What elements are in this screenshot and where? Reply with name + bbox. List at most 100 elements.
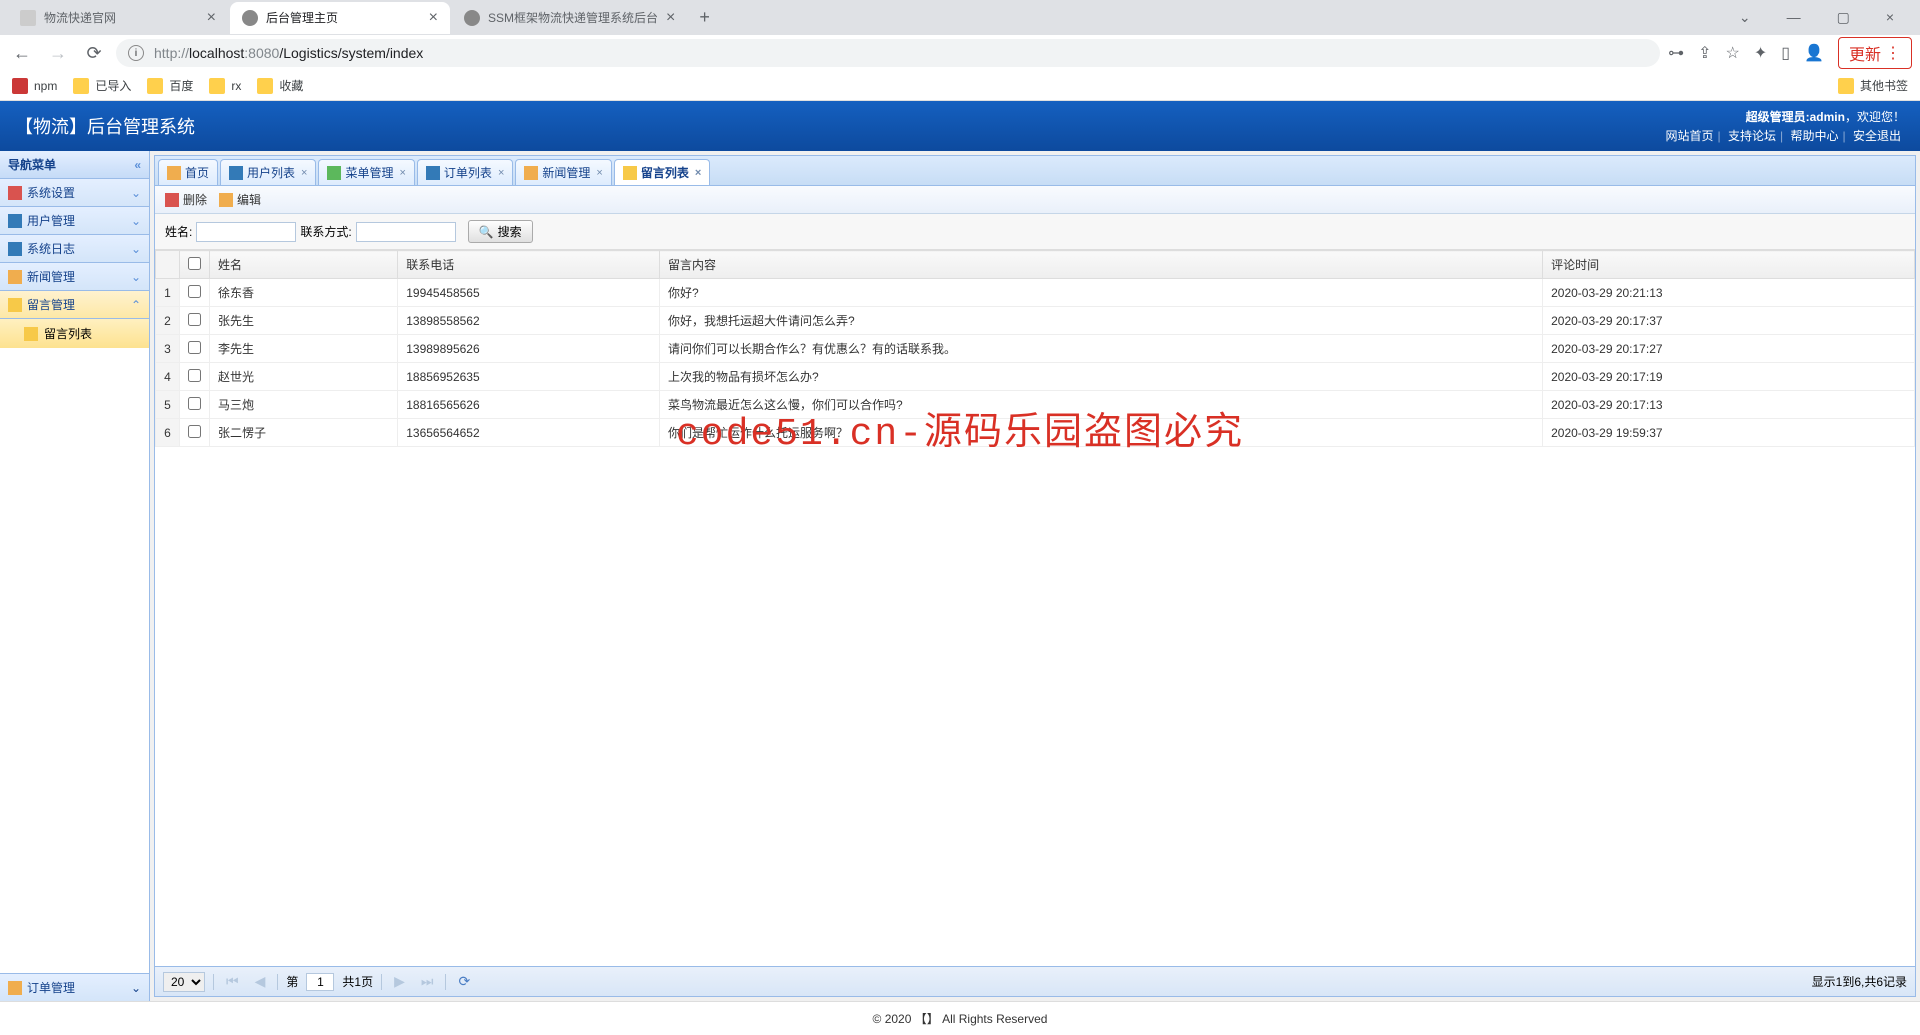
cell-content: 你们是帮忙运作什么托运服务啊？: [660, 419, 1543, 447]
last-page-button[interactable]: ⏭: [417, 971, 438, 992]
link-forum[interactable]: 支持论坛: [1724, 129, 1780, 143]
col-name[interactable]: 姓名: [210, 251, 398, 279]
browser-tab-1[interactable]: 后台管理主页 ×: [230, 2, 450, 34]
sidebar-sub-message-list[interactable]: 留言列表: [0, 319, 149, 348]
pagination-info: 显示1到6,共6记录: [1812, 973, 1907, 990]
table-row[interactable]: 2 张先生 13898558562 你好，我想托运超大件请问怎么弄? 2020-…: [156, 307, 1915, 335]
update-button[interactable]: 更新 ⋮: [1838, 37, 1912, 69]
sidebar-item-message[interactable]: 留言管理⌃: [0, 291, 149, 319]
share-icon[interactable]: ⇪: [1698, 43, 1711, 63]
close-icon[interactable]: ×: [207, 9, 216, 27]
info-icon[interactable]: i: [128, 45, 144, 61]
main-area: 导航菜单 « 系统设置⌄ 用户管理⌄ 系统日志⌄ 新闻管理⌄ 留言管理⌃ 留言列…: [0, 151, 1920, 1001]
new-tab-button[interactable]: +: [689, 7, 720, 28]
tab-home[interactable]: 首页: [158, 159, 218, 185]
link-home[interactable]: 网站首页: [1662, 129, 1718, 143]
users-icon: [8, 214, 22, 228]
close-icon[interactable]: ×: [695, 167, 701, 179]
favicon-icon: [242, 10, 258, 26]
row-checkbox[interactable]: [188, 341, 201, 354]
cell-time: 2020-03-29 20:21:13: [1543, 279, 1915, 307]
browser-tab-2[interactable]: SSM框架物流快递管理系统后台 ×: [452, 2, 687, 34]
cell-phone: 13656564652: [398, 419, 660, 447]
chevron-down-icon[interactable]: ⌄: [1731, 5, 1759, 30]
cell-name: 马三炮: [210, 391, 398, 419]
bookmark-baidu[interactable]: 百度: [147, 77, 193, 94]
maximize-icon[interactable]: ▢: [1829, 5, 1858, 30]
cell-phone: 13989895626: [398, 335, 660, 363]
star-icon[interactable]: ☆: [1726, 43, 1740, 63]
back-button[interactable]: ←: [8, 39, 36, 67]
profile-icon[interactable]: 👤: [1804, 43, 1824, 63]
bookmark-fav[interactable]: 收藏: [257, 77, 303, 94]
row-checkbox[interactable]: [188, 397, 201, 410]
name-input[interactable]: [196, 222, 296, 242]
first-page-button[interactable]: ⏮: [222, 971, 243, 992]
close-icon[interactable]: ×: [429, 9, 438, 27]
close-icon[interactable]: ×: [399, 167, 405, 179]
sidebar-item-order[interactable]: 订单管理⌄: [0, 973, 149, 1001]
next-page-button[interactable]: ▶: [390, 971, 409, 992]
close-icon[interactable]: ×: [498, 167, 504, 179]
tab-user-list[interactable]: 用户列表×: [220, 159, 316, 185]
bookmark-rx[interactable]: rx: [209, 78, 241, 94]
edit-button[interactable]: 编辑: [219, 191, 261, 208]
tab-menu-mgmt[interactable]: 菜单管理×: [318, 159, 414, 185]
refresh-button[interactable]: ⟳: [454, 971, 474, 992]
sidebar-item-user[interactable]: 用户管理⌄: [0, 207, 149, 235]
sidebar-item-news[interactable]: 新闻管理⌄: [0, 263, 149, 291]
close-icon[interactable]: ×: [1878, 5, 1902, 30]
table-row[interactable]: 3 李先生 13989895626 请问你们可以长期合作么？有优惠么？有的话联系…: [156, 335, 1915, 363]
table-row[interactable]: 5 马三炮 18816565626 菜鸟物流最近怎么这么慢，你们可以合作吗? 2…: [156, 391, 1915, 419]
forward-button[interactable]: →: [44, 39, 72, 67]
other-bookmarks[interactable]: 其他书签: [1838, 77, 1908, 94]
select-all-checkbox[interactable]: [188, 257, 201, 270]
folder-icon: [1838, 78, 1854, 94]
contact-input[interactable]: [356, 222, 456, 242]
cell-content: 菜鸟物流最近怎么这么慢，你们可以合作吗?: [660, 391, 1543, 419]
sidebar-item-system[interactable]: 系统设置⌄: [0, 179, 149, 207]
minimize-icon[interactable]: —: [1779, 5, 1809, 30]
collapse-icon[interactable]: «: [134, 158, 141, 172]
delete-button[interactable]: 删除: [165, 191, 207, 208]
search-button[interactable]: 🔍搜索: [468, 220, 533, 243]
folder-icon: [257, 78, 273, 94]
sidebar-item-log[interactable]: 系统日志⌄: [0, 235, 149, 263]
page-size-select[interactable]: 20: [163, 972, 205, 992]
col-content[interactable]: 留言内容: [660, 251, 1543, 279]
cell-phone: 13898558562: [398, 307, 660, 335]
row-checkbox[interactable]: [188, 369, 201, 382]
bookmark-npm[interactable]: npm: [12, 78, 57, 94]
url-input[interactable]: i http://localhost:8080/Logistics/system…: [116, 39, 1660, 67]
prev-page-button[interactable]: ◀: [251, 971, 270, 992]
bookmark-imported[interactable]: 已导入: [73, 77, 131, 94]
tab-order-list[interactable]: 订单列表×: [417, 159, 513, 185]
tab-message-list[interactable]: 留言列表×: [614, 159, 710, 185]
sidebar: 导航菜单 « 系统设置⌄ 用户管理⌄ 系统日志⌄ 新闻管理⌄ 留言管理⌃ 留言列…: [0, 151, 150, 1001]
link-help[interactable]: 帮助中心: [1787, 129, 1843, 143]
tab-news-mgmt[interactable]: 新闻管理×: [515, 159, 611, 185]
col-phone[interactable]: 联系电话: [398, 251, 660, 279]
row-checkbox[interactable]: [188, 313, 201, 326]
page-input[interactable]: [306, 973, 334, 991]
key-icon[interactable]: ⊶: [1668, 43, 1684, 63]
order-icon: [8, 981, 22, 995]
close-icon[interactable]: ×: [666, 9, 675, 27]
edit-icon: [219, 193, 233, 207]
row-checkbox[interactable]: [188, 285, 201, 298]
reload-button[interactable]: ⟳: [80, 39, 108, 67]
panel-icon[interactable]: ▯: [1781, 43, 1790, 63]
row-checkbox[interactable]: [188, 425, 201, 438]
link-logout[interactable]: 安全退出: [1849, 129, 1905, 143]
table-row[interactable]: 1 徐东香 19945458565 你好? 2020-03-29 20:21:1…: [156, 279, 1915, 307]
close-icon[interactable]: ×: [301, 167, 307, 179]
admin-label: 超级管理员:admin: [1746, 110, 1845, 124]
total-pages: 共1页: [342, 973, 373, 990]
extensions-icon[interactable]: ✦: [1754, 43, 1767, 63]
col-time[interactable]: 评论时间: [1543, 251, 1915, 279]
table-row[interactable]: 6 张二愣子 13656564652 你们是帮忙运作什么托运服务啊？ 2020-…: [156, 419, 1915, 447]
table-row[interactable]: 4 赵世光 18856952635 上次我的物品有损坏怎么办? 2020-03-…: [156, 363, 1915, 391]
browser-tab-0[interactable]: 物流快递官网 ×: [8, 2, 228, 34]
close-icon[interactable]: ×: [596, 167, 602, 179]
chevron-down-icon: ⌄: [131, 242, 141, 256]
